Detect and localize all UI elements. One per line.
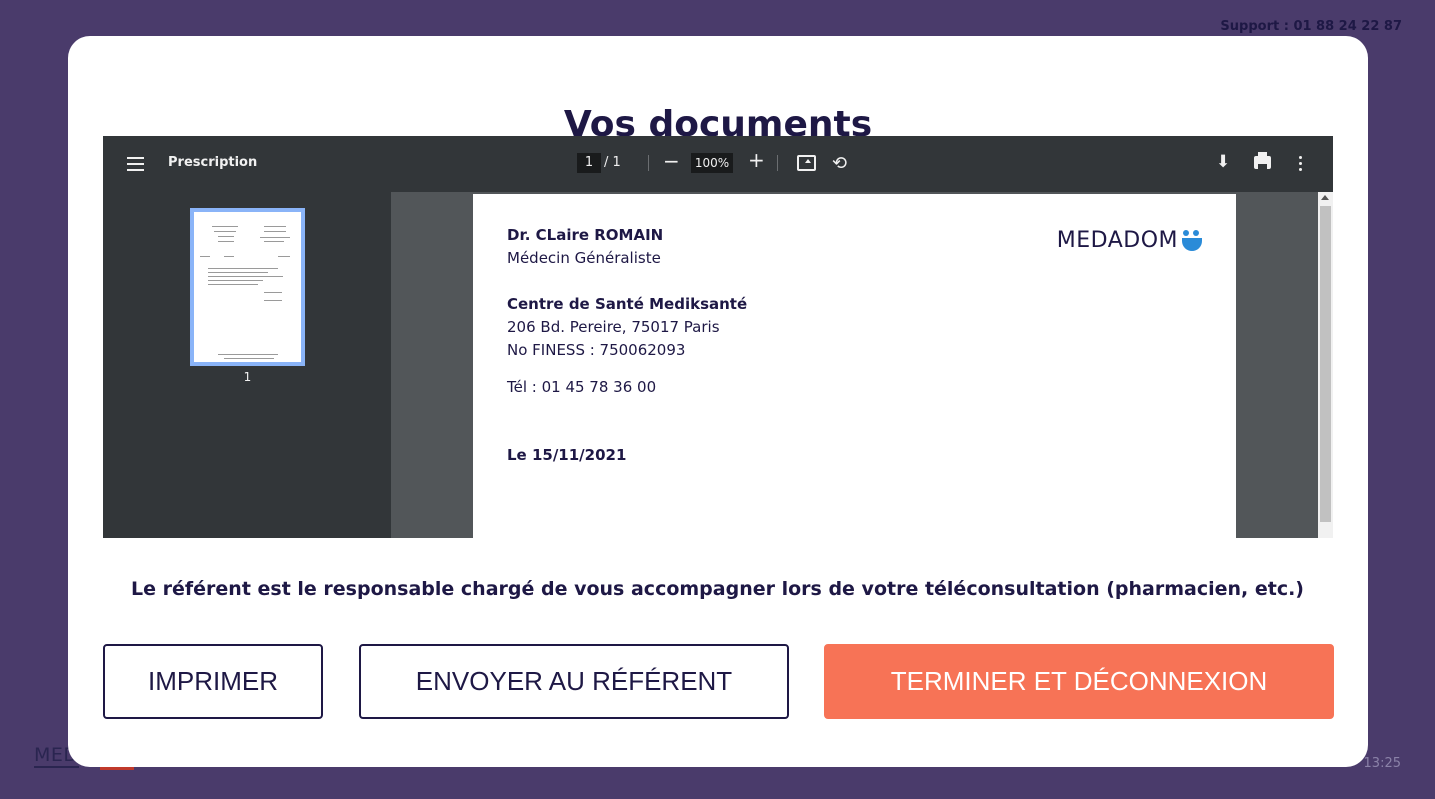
toolbar-divider (777, 155, 778, 171)
phone-number: Tél : 01 45 78 36 00 (507, 378, 657, 396)
zoom-in-icon[interactable]: + (748, 148, 765, 172)
medadom-logo: MEDADOM (1057, 228, 1202, 253)
pdf-thumbnail-sidebar: 1 (103, 192, 391, 538)
health-center-address: 206 Bd. Pereire, 75017 Paris (507, 318, 720, 336)
pdf-title: Prescription (168, 155, 258, 170)
finish-and-logout-button[interactable]: TERMINER ET DÉCONNEXION (824, 644, 1334, 719)
doctor-name: Dr. CLaire ROMAIN (507, 226, 664, 244)
doctor-specialty: Médecin Généraliste (507, 249, 661, 267)
scroll-up-arrow-icon[interactable] (1321, 195, 1329, 200)
download-icon[interactable]: ⬇ (1216, 152, 1230, 172)
toolbar-divider (648, 155, 649, 171)
page-thumbnail[interactable] (190, 208, 305, 366)
page-number-input[interactable]: 1 (577, 153, 601, 173)
send-to-referent-button[interactable]: ENVOYER AU RÉFÉRENT (359, 644, 789, 719)
thumbnail-page-number: 1 (243, 370, 252, 384)
thumbnail-page (194, 212, 301, 362)
referent-info-text: Le référent est le responsable chargé de… (131, 578, 1304, 600)
medadom-logo-icon (1182, 229, 1202, 252)
health-center-name: Centre de Santé Mediksanté (507, 295, 748, 313)
zoom-out-icon[interactable]: − (663, 149, 680, 173)
prescription-date: Le 15/11/2021 (507, 446, 627, 464)
scroll-thumb[interactable] (1320, 206, 1331, 522)
pdf-document-page: Dr. CLaire ROMAIN Médecin Généraliste Ce… (473, 194, 1236, 538)
support-phone: Support : 01 88 24 22 87 (1220, 19, 1402, 34)
print-icon[interactable] (1254, 152, 1271, 169)
pdf-toolbar: Prescription 1 / 1 − 100% + ⟲ ⬇ (103, 136, 1333, 192)
rotate-icon[interactable]: ⟲ (832, 153, 847, 174)
background-time: 13:25 (1363, 756, 1401, 771)
print-button[interactable]: IMPRIMER (103, 644, 323, 719)
page-total: / 1 (604, 155, 621, 170)
more-options-icon[interactable] (1299, 156, 1302, 171)
fit-page-icon[interactable] (797, 155, 816, 171)
medadom-logo-text: MEDADOM (1056, 228, 1178, 253)
zoom-level-input[interactable]: 100% (691, 153, 733, 173)
pdf-viewer: Prescription 1 / 1 − 100% + ⟲ ⬇ 1 Dr. CL… (103, 136, 1333, 538)
menu-icon[interactable] (127, 157, 144, 171)
pdf-scrollbar[interactable] (1318, 192, 1333, 538)
finess-number: No FINESS : 750062093 (507, 341, 686, 359)
